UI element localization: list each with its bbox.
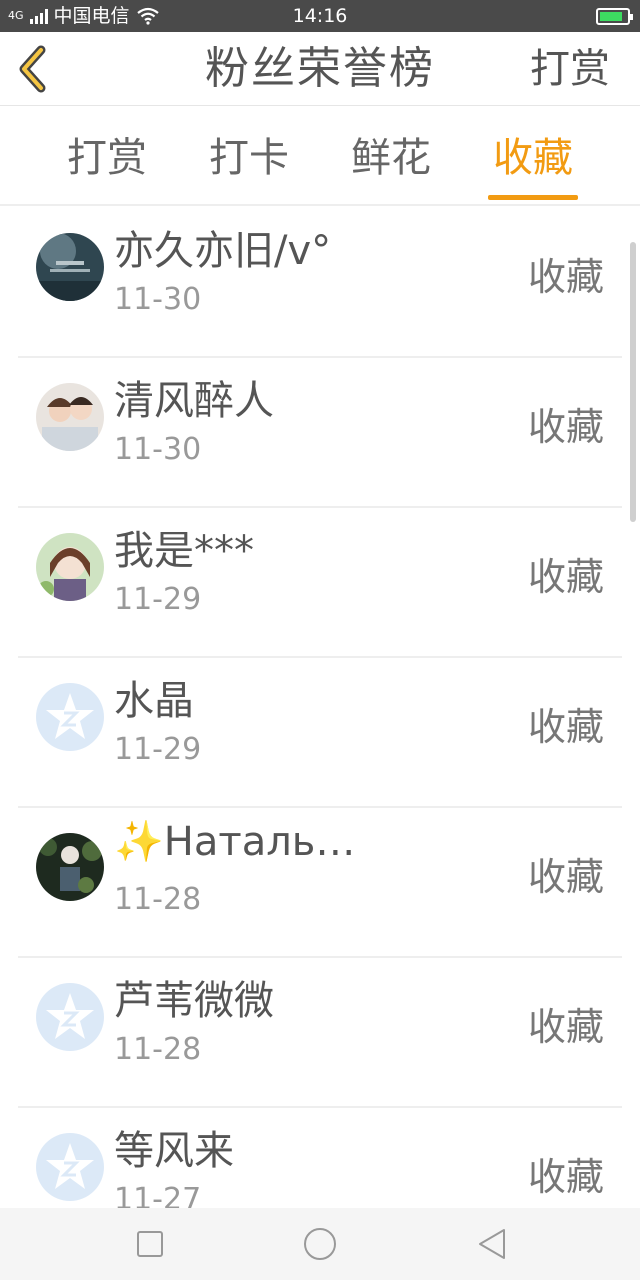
- tab-favorites[interactable]: 收藏: [488, 130, 578, 206]
- fan-list[interactable]: 亦久亦旧/v° 11-30 收藏 清风醉人 11-30 收藏 我是*** 11-…: [0, 208, 640, 1208]
- fan-date: 11-30: [114, 282, 202, 317]
- tab-bar: 打赏 打卡 鲜花 收藏: [0, 106, 640, 206]
- fan-action: 收藏: [527, 705, 604, 749]
- tab-label: 鲜花: [351, 135, 431, 181]
- fan-name: ✨Наталь…: [114, 819, 356, 865]
- dark-photo-avatar[interactable]: [36, 233, 104, 301]
- fan-name: 芦苇微微: [114, 978, 274, 1024]
- tab-flowers[interactable]: 鲜花: [346, 130, 436, 206]
- default-star-avatar[interactable]: [36, 983, 104, 1051]
- fan-name: 等风来: [114, 1128, 234, 1174]
- reward-button[interactable]: 打赏: [530, 32, 610, 106]
- fan-action: 收藏: [527, 1005, 604, 1049]
- fan-name: 我是***: [114, 528, 254, 574]
- fan-action: 收藏: [527, 405, 604, 449]
- fan-name: 清风醉人: [114, 378, 274, 424]
- back-nav-button[interactable]: [452, 1208, 532, 1280]
- title-bar: 粉丝荣誉榜 打赏: [0, 32, 640, 106]
- tab-label: 收藏: [493, 135, 573, 181]
- square-recents-icon: [137, 1231, 163, 1257]
- clock: 14:16: [292, 5, 348, 27]
- recents-button[interactable]: [110, 1208, 190, 1280]
- default-star-avatar[interactable]: [36, 683, 104, 751]
- system-nav-bar: [0, 1208, 640, 1280]
- fan-action: 收藏: [527, 255, 604, 299]
- couple-photo-avatar[interactable]: [36, 383, 104, 451]
- list-item[interactable]: ✨Наталь… 11-28 收藏: [18, 808, 622, 958]
- fan-date: 11-28: [114, 882, 202, 917]
- flower-photo-avatar[interactable]: [36, 833, 104, 901]
- fan-date: 11-29: [114, 582, 202, 617]
- list-item[interactable]: 亦久亦旧/v° 11-30 收藏: [18, 208, 622, 358]
- screen: 4G 中国电信 14:16 粉丝荣誉榜 打赏 打赏 打卡 鲜花 收藏 亦久亦旧/…: [0, 0, 640, 1280]
- scrollbar[interactable]: [630, 242, 636, 522]
- triangle-back-icon: [479, 1229, 505, 1259]
- fan-name: 亦久亦旧/v°: [114, 228, 332, 274]
- default-star-avatar[interactable]: [36, 1133, 104, 1201]
- fan-date: 11-28: [114, 1032, 202, 1067]
- fan-action: 收藏: [527, 555, 604, 599]
- tab-label: 打卡: [209, 135, 289, 181]
- list-item[interactable]: 我是*** 11-29 收藏: [18, 508, 622, 658]
- home-button[interactable]: [280, 1208, 360, 1280]
- status-bar: 4G 中国电信 14:16: [0, 0, 640, 32]
- tab-reward[interactable]: 打赏: [62, 130, 152, 206]
- anime-girl-avatar[interactable]: [36, 533, 104, 601]
- fan-action: 收藏: [527, 1155, 604, 1199]
- fan-date: 11-29: [114, 732, 202, 767]
- fan-date: 11-30: [114, 432, 202, 467]
- list-item[interactable]: 等风来 11-27 收藏: [18, 1108, 622, 1208]
- active-tab-indicator: [488, 195, 578, 200]
- fan-action: 收藏: [527, 855, 604, 899]
- list-item[interactable]: 芦苇微微 11-28 收藏: [18, 958, 622, 1108]
- tab-label: 打赏: [67, 135, 147, 181]
- battery-charging-icon: [596, 8, 633, 25]
- fan-name: 水晶: [114, 678, 194, 724]
- tab-checkin[interactable]: 打卡: [204, 130, 294, 206]
- list-item[interactable]: 水晶 11-29 收藏: [18, 658, 622, 808]
- list-item[interactable]: 清风醉人 11-30 收藏: [18, 358, 622, 508]
- fan-date: 11-27: [114, 1182, 202, 1208]
- circle-home-icon: [304, 1228, 336, 1260]
